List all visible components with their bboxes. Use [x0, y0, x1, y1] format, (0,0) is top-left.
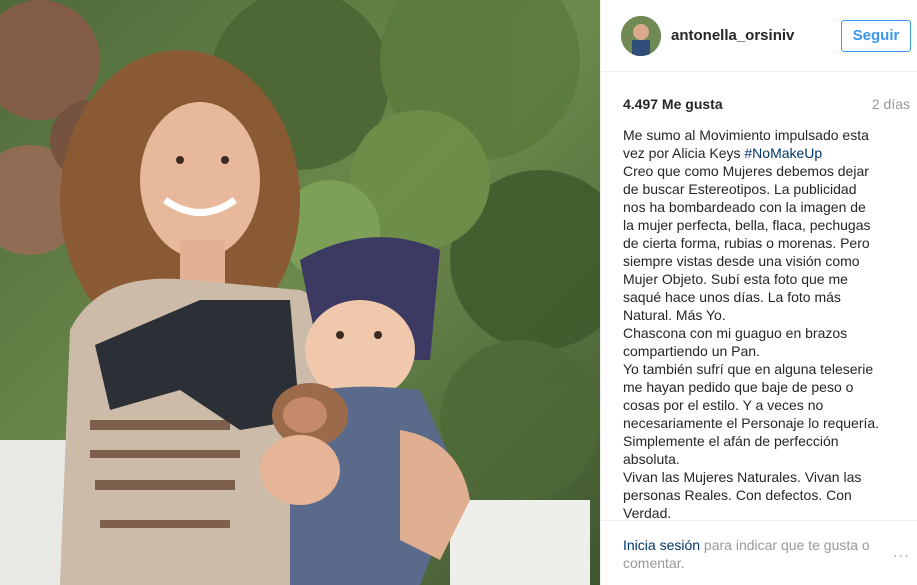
caption-line: Mujer Objeto. Subí esta foto que me — [623, 271, 848, 287]
caption-line: de cierta forma, rubias o morenas. Pero — [623, 235, 870, 251]
caption-line: de buscar Estereotipos. La publicidad — [623, 181, 857, 197]
caption-line: vez por Alicia Keys #NoMakeUp — [623, 144, 903, 162]
caption-line: Simplemente el afán de perfección — [623, 433, 839, 449]
caption-line: absoluta. — [623, 451, 680, 467]
caption-line: saqué hace unos días. La foto más — [623, 289, 841, 305]
follow-button[interactable]: Seguir — [841, 20, 911, 52]
caption-line: Vivan las Mujeres Naturales. Vivan las — [623, 469, 862, 485]
post-sidebar: antonella_orsiniv Seguir 4.497 Me gusta … — [600, 0, 917, 585]
caption-line: Yo también sufrí que en alguna teleserie — [623, 361, 874, 377]
caption-line: Chascona con mi guaguo en brazos — [623, 325, 848, 341]
caption-line: necesariamente el Personaje lo requería. — [623, 415, 880, 431]
login-link[interactable]: Inicia sesión — [623, 537, 700, 553]
caption-line: Me sumo al Movimiento impulsado esta — [623, 127, 869, 143]
caption-line: personas Reales. Con defectos. Con — [623, 487, 852, 503]
photo-illustration — [0, 0, 600, 585]
avatar[interactable] — [621, 16, 661, 56]
caption-line: la mujer perfecta, bella, flaca, pechuga… — [623, 217, 871, 233]
post-header: antonella_orsiniv Seguir — [601, 0, 917, 72]
ellipsis-icon[interactable]: ··· — [893, 547, 910, 563]
post-footer: Inicia sesión para indicar que te gusta … — [601, 520, 917, 585]
likes-count[interactable]: 4.497 Me gusta — [623, 96, 723, 112]
hashtag-link[interactable]: #NoMakeUp — [744, 145, 822, 161]
caption: Me sumo al Movimiento impulsado esta vez… — [623, 126, 903, 522]
caption-text: vez por Alicia Keys — [623, 145, 745, 161]
caption-line: siempre vistas desde una visión como — [623, 253, 860, 269]
caption-line: nos ha bombardeado con la imagen de — [623, 199, 866, 215]
caption-line: cosas por el estilo. Y a veces no — [623, 397, 824, 413]
caption-line: compartiendo un Pan. — [623, 343, 760, 359]
post-time[interactable]: 2 días — [872, 96, 910, 112]
caption-line: Creo que como Mujeres debemos dejar — [623, 163, 869, 179]
username[interactable]: antonella_orsiniv — [671, 27, 794, 44]
post-photo[interactable] — [0, 0, 600, 585]
caption-line: Natural. Más Yo. — [623, 307, 726, 323]
avatar-image — [621, 16, 661, 56]
caption-line: me hayan pedido que baje de peso o — [623, 379, 854, 395]
login-prompt: Inicia sesión para indicar que te gusta … — [623, 536, 888, 572]
